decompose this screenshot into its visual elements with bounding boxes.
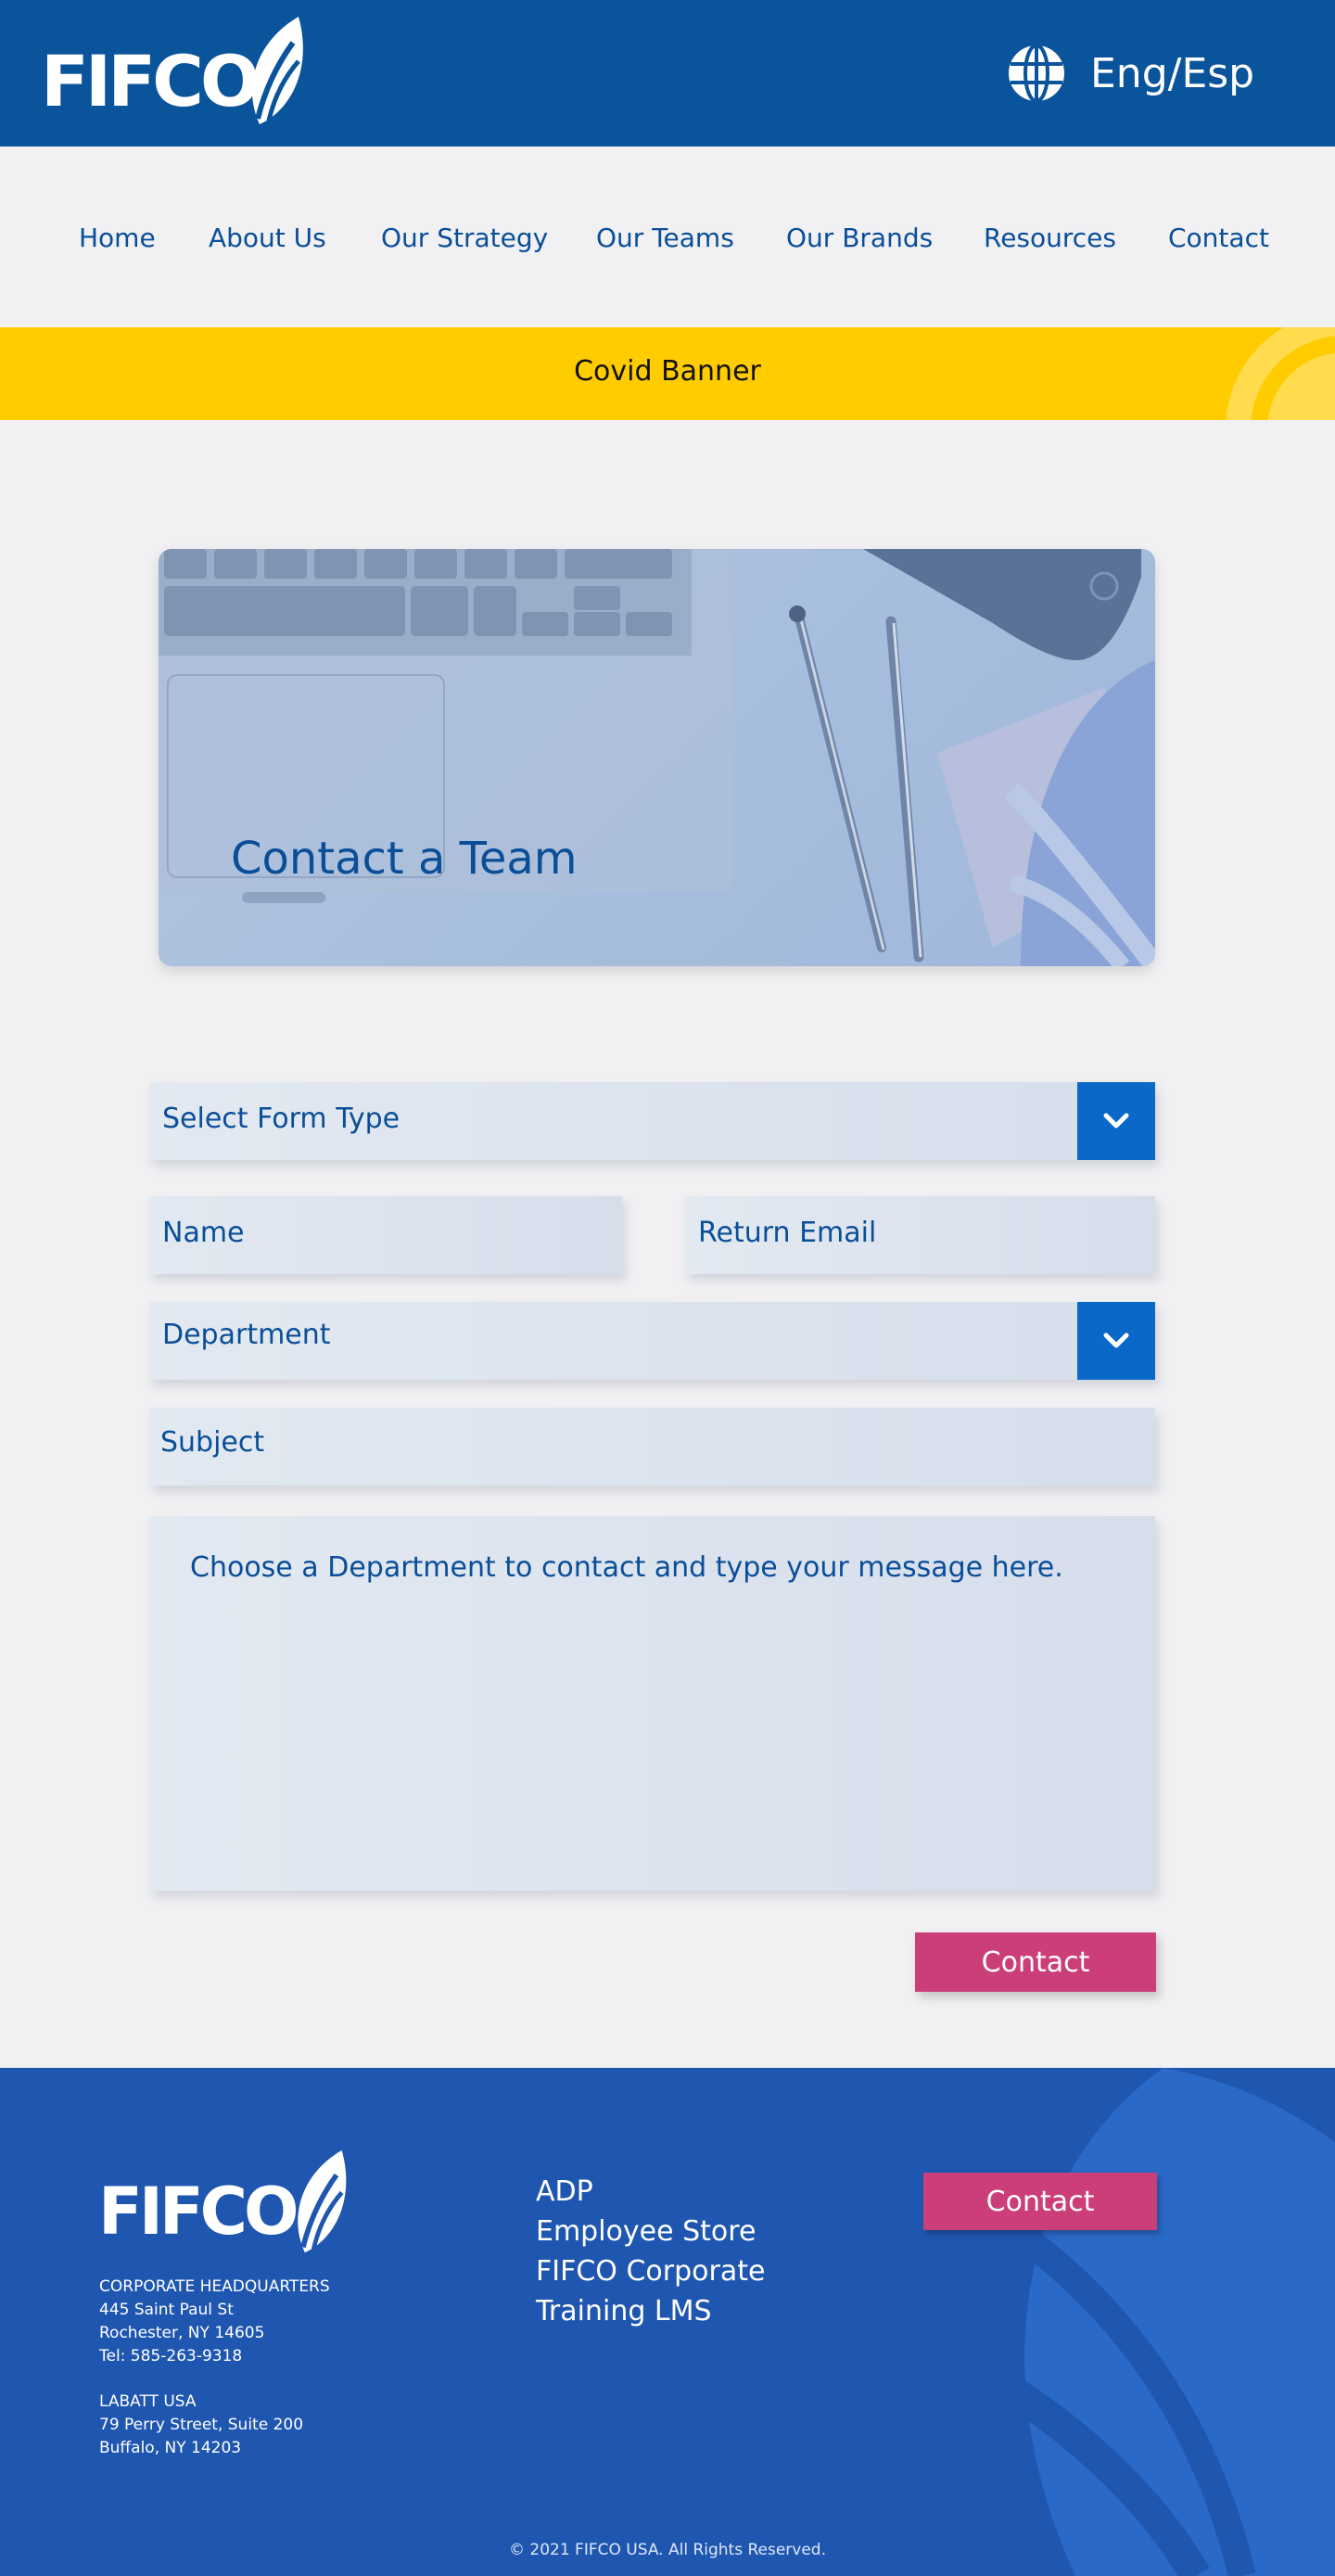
nav-item-our-teams[interactable]: Our Teams	[596, 223, 734, 253]
contact-submit-button[interactable]: Contact	[915, 1932, 1156, 1992]
name-field[interactable]: Name	[149, 1196, 622, 1274]
page-title: Contact a Team	[231, 833, 578, 885]
fifco-logo[interactable]: FIFCO	[41, 15, 319, 126]
leaf-logo-icon	[298, 2149, 347, 2253]
covid-banner[interactable]: Covid Banner	[0, 327, 1335, 420]
desk-illustration	[159, 549, 1155, 966]
site-header: FIFCO Eng/Esp	[0, 0, 1335, 147]
nav-item-home[interactable]: Home	[79, 223, 156, 253]
email-placeholder: Return Email	[698, 1217, 877, 1249]
nav-item-resources[interactable]: Resources	[984, 223, 1116, 253]
hq-address: CORPORATE HEADQUARTERS 445 Saint Paul St…	[99, 2276, 330, 2368]
banner-decoration	[1226, 327, 1335, 420]
footer-leaf-decoration	[974, 2068, 1335, 2576]
labatt-street: 79 Perry Street, Suite 200	[99, 2416, 304, 2434]
footer-logo[interactable]: FIFCO	[98, 2148, 376, 2259]
department-dropdown-button[interactable]	[1077, 1302, 1155, 1380]
main-nav: Home About Us Our Strategy Our Teams Our…	[0, 147, 1335, 327]
message-textarea[interactable]: Choose a Department to contact and type …	[149, 1516, 1155, 1891]
form-type-dropdown-button[interactable]	[1077, 1082, 1155, 1160]
labatt-city: Buffalo, NY 14203	[99, 2439, 242, 2457]
form-type-placeholder: Select Form Type	[162, 1103, 400, 1135]
subject-placeholder: Subject	[160, 1426, 265, 1459]
labatt-title: LABATT USA	[99, 2392, 197, 2411]
chevron-down-icon	[1103, 1333, 1129, 1348]
nav-item-our-strategy[interactable]: Our Strategy	[381, 223, 548, 253]
department-select[interactable]: Department	[149, 1302, 1155, 1380]
footer-link-fifco-corporate[interactable]: FIFCO Corporate	[536, 2251, 765, 2291]
chevron-down-icon	[1103, 1113, 1129, 1129]
footer-logo-wordmark: FIFCO	[98, 2174, 299, 2250]
language-switcher[interactable]: Eng/Esp	[1007, 43, 1254, 104]
hq-city: Rochester, NY 14605	[99, 2324, 265, 2342]
hq-title: CORPORATE HEADQUARTERS	[99, 2277, 330, 2296]
footer-link-training-lms[interactable]: Training LMS	[536, 2291, 765, 2331]
copyright-text: © 2021 FIFCO USA. All Rights Reserved.	[508, 2541, 827, 2559]
nav-item-our-brands[interactable]: Our Brands	[786, 223, 933, 253]
form-type-select[interactable]: Select Form Type	[149, 1082, 1155, 1160]
site-footer: FIFCO CORPORATE HEADQUARTERS 445 Saint P…	[0, 2068, 1335, 2576]
hq-street: 445 Saint Paul St	[99, 2301, 234, 2319]
nav-item-contact[interactable]: Contact	[1168, 223, 1269, 253]
department-placeholder: Department	[162, 1319, 331, 1351]
labatt-address: LABATT USA 79 Perry Street, Suite 200 Bu…	[99, 2391, 303, 2460]
name-placeholder: Name	[162, 1217, 245, 1249]
hq-phone: Tel: 585-263-9318	[99, 2347, 243, 2366]
footer-link-employee-store[interactable]: Employee Store	[536, 2212, 765, 2251]
leaf-logo-icon	[252, 17, 303, 124]
nav-item-about-us[interactable]: About Us	[209, 223, 326, 253]
globe-icon	[1009, 44, 1064, 103]
covid-banner-text: Covid Banner	[574, 355, 761, 388]
logo-wordmark: FIFCO	[41, 40, 260, 122]
subject-field[interactable]: Subject	[149, 1408, 1155, 1486]
language-label: Eng/Esp	[1090, 49, 1255, 97]
footer-links: ADP Employee Store FIFCO Corporate Train…	[536, 2172, 765, 2331]
hero-card: Contact a Team	[159, 549, 1155, 966]
email-field[interactable]: Return Email	[685, 1196, 1155, 1274]
footer-contact-button[interactable]: Contact	[923, 2173, 1157, 2230]
message-placeholder: Choose a Department to contact and type …	[190, 1551, 1063, 1584]
footer-link-adp[interactable]: ADP	[536, 2172, 765, 2212]
